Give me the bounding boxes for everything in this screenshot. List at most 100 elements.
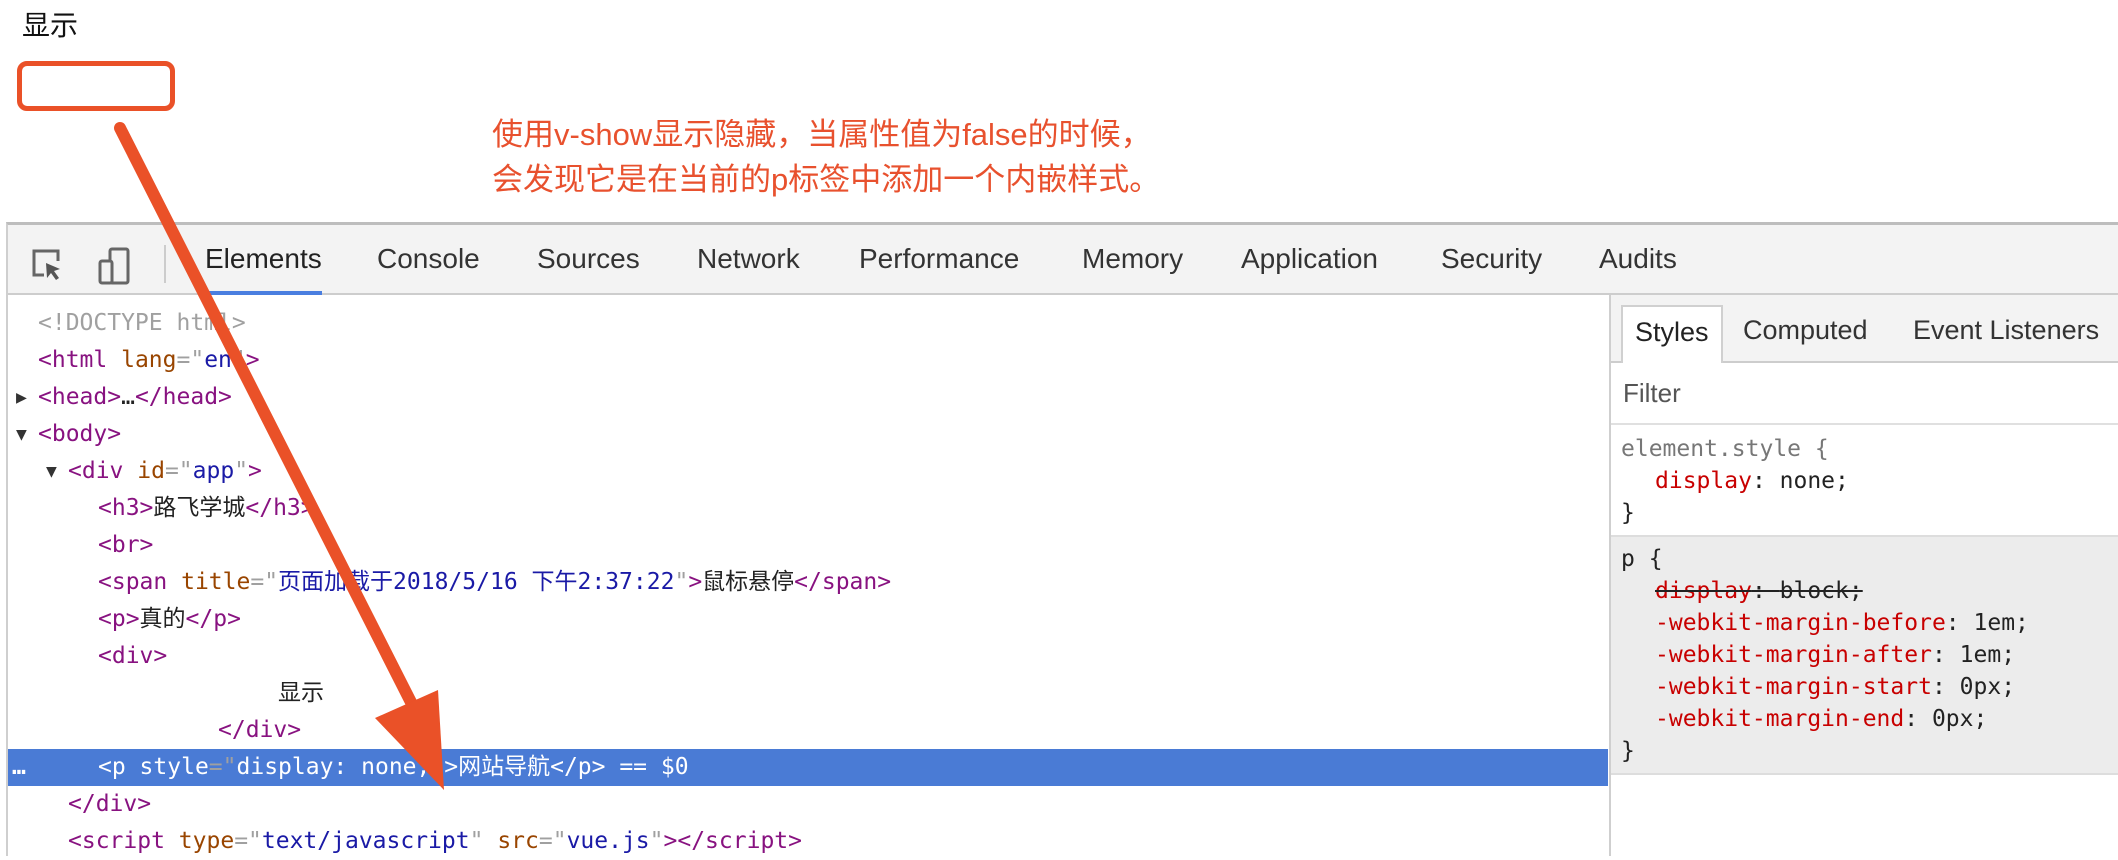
dom-node-row[interactable]: <div> bbox=[8, 638, 1608, 675]
property-value[interactable]: block; bbox=[1780, 578, 1863, 604]
property-name[interactable]: display bbox=[1655, 468, 1752, 494]
dom-node-content: <span title="页面加载于2018/5/16 下午2:37:22">鼠… bbox=[98, 564, 891, 601]
token-punct: =" bbox=[538, 828, 567, 854]
rendered-page-text: 显示 bbox=[22, 10, 79, 41]
expanded-triangle-icon[interactable]: ▼ bbox=[16, 416, 27, 453]
property-value[interactable]: 0px; bbox=[1932, 706, 1987, 732]
dom-node-row[interactable]: ▼ <body> bbox=[8, 416, 1608, 453]
dom-node-content: <p style="display: none;">网站导航</p> == $0 bbox=[98, 749, 689, 786]
token-txt: 真的 bbox=[139, 606, 186, 632]
token-tag: <head> bbox=[38, 384, 122, 410]
annotation-note: 使用v-show显示隐藏，当属性值为false的时候， 会发现它是在当前的p标签… bbox=[492, 112, 1160, 202]
style-property[interactable]: -webkit-margin-end: 0px; bbox=[1611, 703, 2118, 735]
token-eq: == $0 bbox=[605, 754, 689, 780]
colon: : bbox=[1931, 674, 1960, 700]
token-attr: lang bbox=[107, 347, 177, 373]
token-tag: <span bbox=[98, 569, 168, 595]
token-tag: </p> bbox=[550, 754, 606, 780]
dom-node-row[interactable]: <br> bbox=[8, 527, 1608, 564]
rule-selector[interactable]: p { bbox=[1611, 543, 2118, 575]
property-name[interactable]: -webkit-margin-end bbox=[1655, 706, 1904, 732]
token-tag: <div> bbox=[98, 643, 168, 669]
tab-sources[interactable]: Sources bbox=[537, 239, 640, 291]
dom-node-row[interactable]: ▼ <div id="app"> bbox=[8, 453, 1608, 490]
tab-elements[interactable]: Elements bbox=[205, 239, 322, 295]
dom-node-row[interactable]: ▶ <head>…</head> bbox=[8, 379, 1608, 416]
property-value[interactable]: 1em; bbox=[1960, 642, 2015, 668]
token-punct: " bbox=[430, 754, 445, 780]
dom-node-content: ▼ <body> bbox=[16, 416, 122, 453]
rule-selector[interactable]: element.style { bbox=[1611, 433, 2118, 465]
token-tag: <p> bbox=[98, 606, 140, 632]
dom-node-row-selected[interactable]: … <p style="display: none;">网站导航</p> == $… bbox=[8, 749, 1608, 786]
annotation-highlight-box bbox=[17, 61, 175, 111]
inspect-element-icon[interactable] bbox=[30, 247, 64, 285]
dom-node-row[interactable]: <p>真的</p> bbox=[8, 601, 1608, 638]
property-value[interactable]: none; bbox=[1780, 468, 1849, 494]
tab-event-listeners[interactable]: Event Listeners bbox=[1901, 305, 2111, 361]
token-txt: 路飞学城 bbox=[153, 495, 246, 521]
dom-node-row[interactable]: <h3>路飞学城</h3> bbox=[8, 490, 1608, 527]
styles-filter-input[interactable]: Filter bbox=[1611, 363, 2118, 425]
tab-audits[interactable]: Audits bbox=[1599, 239, 1677, 291]
token-attr: id bbox=[123, 458, 165, 484]
property-name[interactable]: -webkit-margin-after bbox=[1655, 642, 1932, 668]
token-txt: 显示 bbox=[278, 680, 324, 706]
token-punct: " bbox=[469, 828, 484, 854]
dom-node-row[interactable]: </div> bbox=[8, 786, 1608, 823]
style-property[interactable]: display: block; bbox=[1611, 575, 2118, 607]
token-tag: <body> bbox=[38, 421, 122, 447]
tab-network[interactable]: Network bbox=[697, 239, 800, 291]
dom-node-row[interactable]: <span title="页面加载于2018/5/16 下午2:37:22">鼠… bbox=[8, 564, 1608, 601]
collapsed-triangle-icon[interactable]: ▶ bbox=[16, 379, 27, 416]
tab-memory[interactable]: Memory bbox=[1082, 239, 1183, 291]
dom-node-content: <!DOCTYPE html> bbox=[38, 305, 246, 342]
style-property[interactable]: -webkit-margin-after: 1em; bbox=[1611, 639, 2118, 671]
token-tag: > bbox=[245, 347, 260, 373]
elements-dom-tree: <!DOCTYPE html> <html lang="en"> ▶ <head>…<… bbox=[8, 295, 1608, 856]
style-rule: p {display: block; -webkit-margin-before:… bbox=[1611, 537, 2118, 775]
more-options-icon[interactable]: … bbox=[12, 749, 26, 786]
property-value[interactable]: 1em; bbox=[1974, 610, 2029, 636]
style-rule: element.style {display: none;} bbox=[1611, 427, 2118, 537]
token-tag: <p bbox=[98, 754, 126, 780]
dom-node-row[interactable]: </div> bbox=[8, 712, 1608, 749]
token-tag: </h3> bbox=[245, 495, 315, 521]
tab-application[interactable]: Application bbox=[1241, 239, 1378, 291]
colon: : bbox=[1751, 468, 1780, 494]
token-tag: </span> bbox=[794, 569, 892, 595]
dom-node-content: ▼ <div id="app"> bbox=[46, 453, 262, 490]
token-punct: " bbox=[649, 828, 664, 854]
sidebar-tabs: Styles Computed Event Listeners bbox=[1611, 295, 2118, 363]
tab-console[interactable]: Console bbox=[377, 239, 480, 291]
tab-styles[interactable]: Styles bbox=[1621, 305, 1723, 363]
property-name[interactable]: -webkit-margin-before bbox=[1655, 610, 1946, 636]
style-property[interactable]: -webkit-margin-start: 0px; bbox=[1611, 671, 2118, 703]
property-value[interactable]: 0px; bbox=[1960, 674, 2015, 700]
token-attr: style bbox=[125, 754, 209, 780]
style-property[interactable]: display: none; bbox=[1611, 465, 2118, 497]
token-val: en bbox=[204, 347, 232, 373]
token-punct: " bbox=[231, 347, 246, 373]
dom-node-row[interactable]: 显示 bbox=[8, 675, 1608, 712]
expanded-triangle-icon[interactable]: ▼ bbox=[46, 453, 57, 490]
annotation-line-2: 会发现它是在当前的p标签中添加一个内嵌样式。 bbox=[492, 162, 1161, 197]
token-attr: src bbox=[483, 828, 539, 854]
device-toolbar-icon[interactable] bbox=[98, 247, 132, 285]
tab-performance[interactable]: Performance bbox=[859, 239, 1019, 291]
token-punct: =" bbox=[208, 754, 237, 780]
dom-node-content: 显示 bbox=[278, 675, 324, 712]
annotation-line-1: 使用v-show显示隐藏，当属性值为false的时候， bbox=[492, 117, 1152, 152]
dom-node-row[interactable]: <script type="text/javascript" src="vue.… bbox=[8, 823, 1608, 860]
dom-node-row[interactable]: <html lang="en"> bbox=[8, 342, 1608, 379]
dom-node-row[interactable]: <!DOCTYPE html> bbox=[8, 305, 1608, 342]
token-punct: " bbox=[234, 458, 249, 484]
tab-computed[interactable]: Computed bbox=[1731, 305, 1880, 361]
token-tag: </head> bbox=[134, 384, 232, 410]
tab-security[interactable]: Security bbox=[1441, 239, 1542, 291]
property-name[interactable]: display bbox=[1655, 578, 1752, 604]
property-name[interactable]: -webkit-margin-start bbox=[1655, 674, 1932, 700]
style-property[interactable]: -webkit-margin-before: 1em; bbox=[1611, 607, 2118, 639]
devtools-panel: Elements Console Sources Network Perform… bbox=[6, 222, 2118, 856]
colon: : bbox=[1904, 706, 1932, 732]
